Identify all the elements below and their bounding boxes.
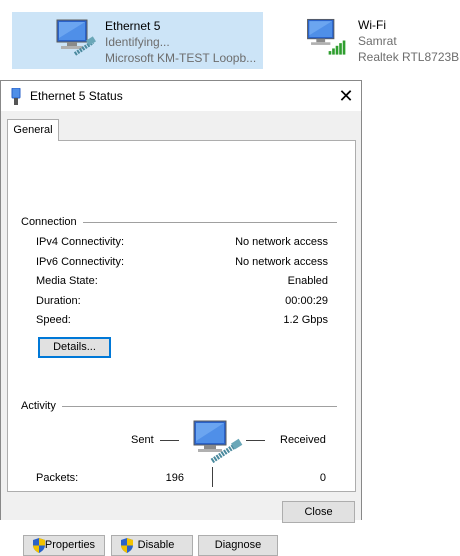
tab-general[interactable]: General: [7, 119, 59, 141]
disable-button[interactable]: Disable: [111, 535, 193, 556]
received-label: Received: [280, 434, 326, 446]
dialog-title: Ethernet 5 Status: [30, 89, 123, 103]
packets-sent-value: 196: [165, 472, 184, 484]
ipv4-row: IPv4 Connectivity: No network access: [36, 236, 328, 252]
connection-device: Microsoft KM-TEST Loopb...: [105, 51, 257, 65]
ipv4-value: No network access: [235, 236, 328, 248]
close-icon[interactable]: ✕: [331, 81, 361, 111]
connection-ethernet-5[interactable]: Ethernet 5 Identifying... Microsoft KM-T…: [12, 12, 263, 69]
connection-name: Wi-Fi: [358, 18, 386, 32]
sent-line: [160, 440, 179, 441]
uac-shield-icon: [33, 538, 45, 553]
diagnose-button[interactable]: Diagnose: [198, 535, 278, 556]
connection-name: Ethernet 5: [105, 19, 161, 33]
media-state-row: Media State: Enabled: [36, 275, 328, 291]
packets-label: Packets:: [36, 472, 79, 484]
activity-heading: Activity: [21, 400, 62, 412]
uac-shield-icon: [121, 538, 133, 553]
sent-label: Sent: [131, 434, 154, 446]
media-state-label: Media State:: [36, 275, 98, 287]
ethernet-status-dialog: Ethernet 5 Status ✕ General Connection I…: [0, 80, 362, 556]
network-activity-icon: [193, 420, 243, 463]
network-adapter-icon: [11, 88, 21, 105]
general-tab-panel: Connection IPv4 Connectivity: No network…: [7, 140, 356, 556]
connection-text: Wi-Fi Samrat Realtek RTL8723BE 8: [358, 17, 460, 65]
duration-row: Duration: 00:00:29: [36, 295, 328, 311]
dialog-titlebar[interactable]: Ethernet 5 Status ✕: [1, 81, 361, 111]
connection-device: Realtek RTL8723BE 8: [358, 50, 460, 64]
ipv4-label: IPv4 Connectivity:: [36, 236, 125, 248]
speed-row: Speed: 1.2 Gbps: [36, 314, 328, 330]
packets-received-value: 0: [319, 472, 326, 484]
connection-heading: Connection: [21, 216, 83, 228]
connection-text: Ethernet 5 Identifying... Microsoft KM-T…: [105, 18, 256, 66]
activity-group-line: [21, 406, 337, 407]
duration-label: Duration:: [36, 295, 81, 307]
received-line: [246, 440, 265, 441]
details-button[interactable]: Details...: [38, 337, 111, 358]
duration-value: 00:00:29: [285, 295, 328, 307]
connection-wifi[interactable]: Wi-Fi Samrat Realtek RTL8723BE 8: [300, 12, 460, 69]
wifi-adapter-icon: [307, 18, 346, 55]
ipv6-label: IPv6 Connectivity:: [36, 256, 125, 268]
packets-divider: [212, 467, 213, 487]
connection-status: Identifying...: [105, 35, 170, 49]
disable-label: Disable: [137, 539, 175, 551]
properties-label: Properties: [44, 539, 96, 551]
media-state-value: Enabled: [287, 275, 328, 287]
speed-label: Speed:: [36, 314, 71, 326]
ethernet-adapter-icon: [56, 19, 96, 56]
speed-value: 1.2 Gbps: [283, 314, 328, 326]
ipv6-row: IPv6 Connectivity: No network access: [36, 256, 328, 272]
properties-button[interactable]: Properties: [23, 535, 105, 556]
connection-status: Samrat: [358, 34, 397, 48]
ipv6-value: No network access: [235, 256, 328, 268]
